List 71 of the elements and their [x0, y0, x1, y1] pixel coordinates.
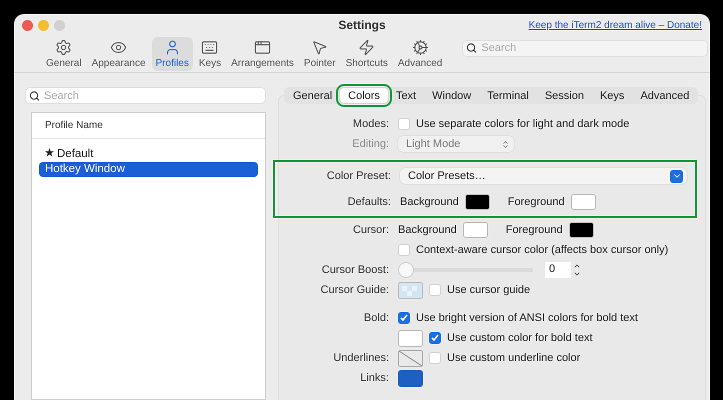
checkbox[interactable]: [398, 312, 410, 324]
tab[interactable]: Text: [388, 88, 424, 103]
preset-dropdown[interactable]: Color Presets…: [400, 168, 687, 184]
eye-icon: [110, 39, 128, 56]
toolbar-button[interactable]: Appearance: [88, 37, 150, 71]
toolbar-button[interactable]: Profiles: [152, 37, 193, 71]
color-well[interactable]: [398, 350, 423, 366]
color-well[interactable]: [570, 194, 596, 210]
tab[interactable]: Terminal: [479, 88, 537, 103]
zoom-icon[interactable]: [54, 20, 65, 30]
search-field[interactable]: Search: [25, 87, 266, 104]
slider-thumb[interactable]: [398, 262, 414, 278]
field-label: Cursor:: [352, 224, 389, 236]
option-label: Background: [398, 224, 457, 236]
field-label: Cursor Boost:: [320, 264, 389, 276]
profile-row[interactable]: Hotkey Window: [39, 162, 258, 177]
option-label: Background: [400, 196, 459, 208]
stepper-icon: [501, 140, 510, 148]
toolbar-button[interactable]: Keys: [194, 37, 226, 71]
column-header[interactable]: Profile Name: [32, 113, 265, 139]
keyboard-icon: [201, 39, 218, 56]
bolt-icon: [358, 39, 376, 56]
window-title: Settings: [338, 18, 386, 32]
stepper-icon[interactable]: [573, 262, 581, 278]
search-icon: [29, 90, 40, 101]
color-well[interactable]: [398, 282, 423, 298]
option-label: Context-aware cursor color (affects box cursor only): [416, 244, 668, 256]
option-label: Use custom color for bold text: [447, 332, 593, 344]
field-label: Editing:: [351, 138, 389, 150]
option-label: Use separate colors for light and dark mode: [416, 118, 630, 130]
tab[interactable]: Window: [424, 88, 480, 103]
chevron-icon: [670, 170, 683, 182]
option-label: Use custom underline color: [447, 352, 580, 364]
search-icon: [466, 42, 478, 54]
field-label: Bold:: [362, 312, 389, 324]
donate-link[interactable]: Keep the iTerm2 dream alive – Donate!: [528, 20, 702, 30]
field-label: Color Preset:: [326, 170, 391, 182]
color-well[interactable]: [464, 194, 490, 210]
color-well[interactable]: [398, 330, 423, 346]
windows-icon: [254, 39, 272, 56]
tab[interactable]: Session: [536, 88, 592, 103]
minimize-icon[interactable]: [38, 20, 49, 30]
toolbar-button[interactable]: Shortcuts: [342, 37, 392, 71]
field-label: Modes:: [352, 118, 389, 130]
option-label: Use bright version of ANSI colors for bold text: [416, 312, 638, 324]
option-label: Foreground: [508, 196, 565, 208]
color-well[interactable]: [568, 222, 594, 238]
pointer-icon: [311, 39, 328, 56]
number-field[interactable]: 0: [545, 262, 571, 278]
color-well[interactable]: [398, 370, 423, 386]
tab[interactable]: Keys: [592, 88, 632, 103]
field-label: Underlines:: [332, 352, 389, 364]
field-label: Cursor Guide:: [320, 284, 389, 296]
star-icon: [45, 148, 54, 157]
tab[interactable]: Advanced: [632, 88, 698, 103]
toolbar-button[interactable]: Pointer: [300, 37, 340, 71]
field-label: Links:: [359, 372, 389, 384]
tab[interactable]: General: [285, 88, 340, 103]
color-well[interactable]: [462, 222, 488, 238]
tab[interactable]: Colors: [340, 88, 388, 103]
checkbox[interactable]: [429, 332, 441, 344]
option-label: Foreground: [506, 224, 563, 236]
field-label: Defaults:: [346, 196, 391, 208]
gear-icon: [55, 39, 72, 56]
close-icon[interactable]: [22, 20, 33, 30]
toolbar-button[interactable]: General: [42, 37, 86, 71]
profile-row[interactable]: Default: [39, 147, 258, 162]
option-label: Use cursor guide: [447, 284, 530, 296]
toolbar-button[interactable]: Advanced: [394, 37, 446, 71]
search-field[interactable]: Search: [462, 40, 708, 56]
toolbar-button[interactable]: Arrangements: [227, 37, 298, 71]
